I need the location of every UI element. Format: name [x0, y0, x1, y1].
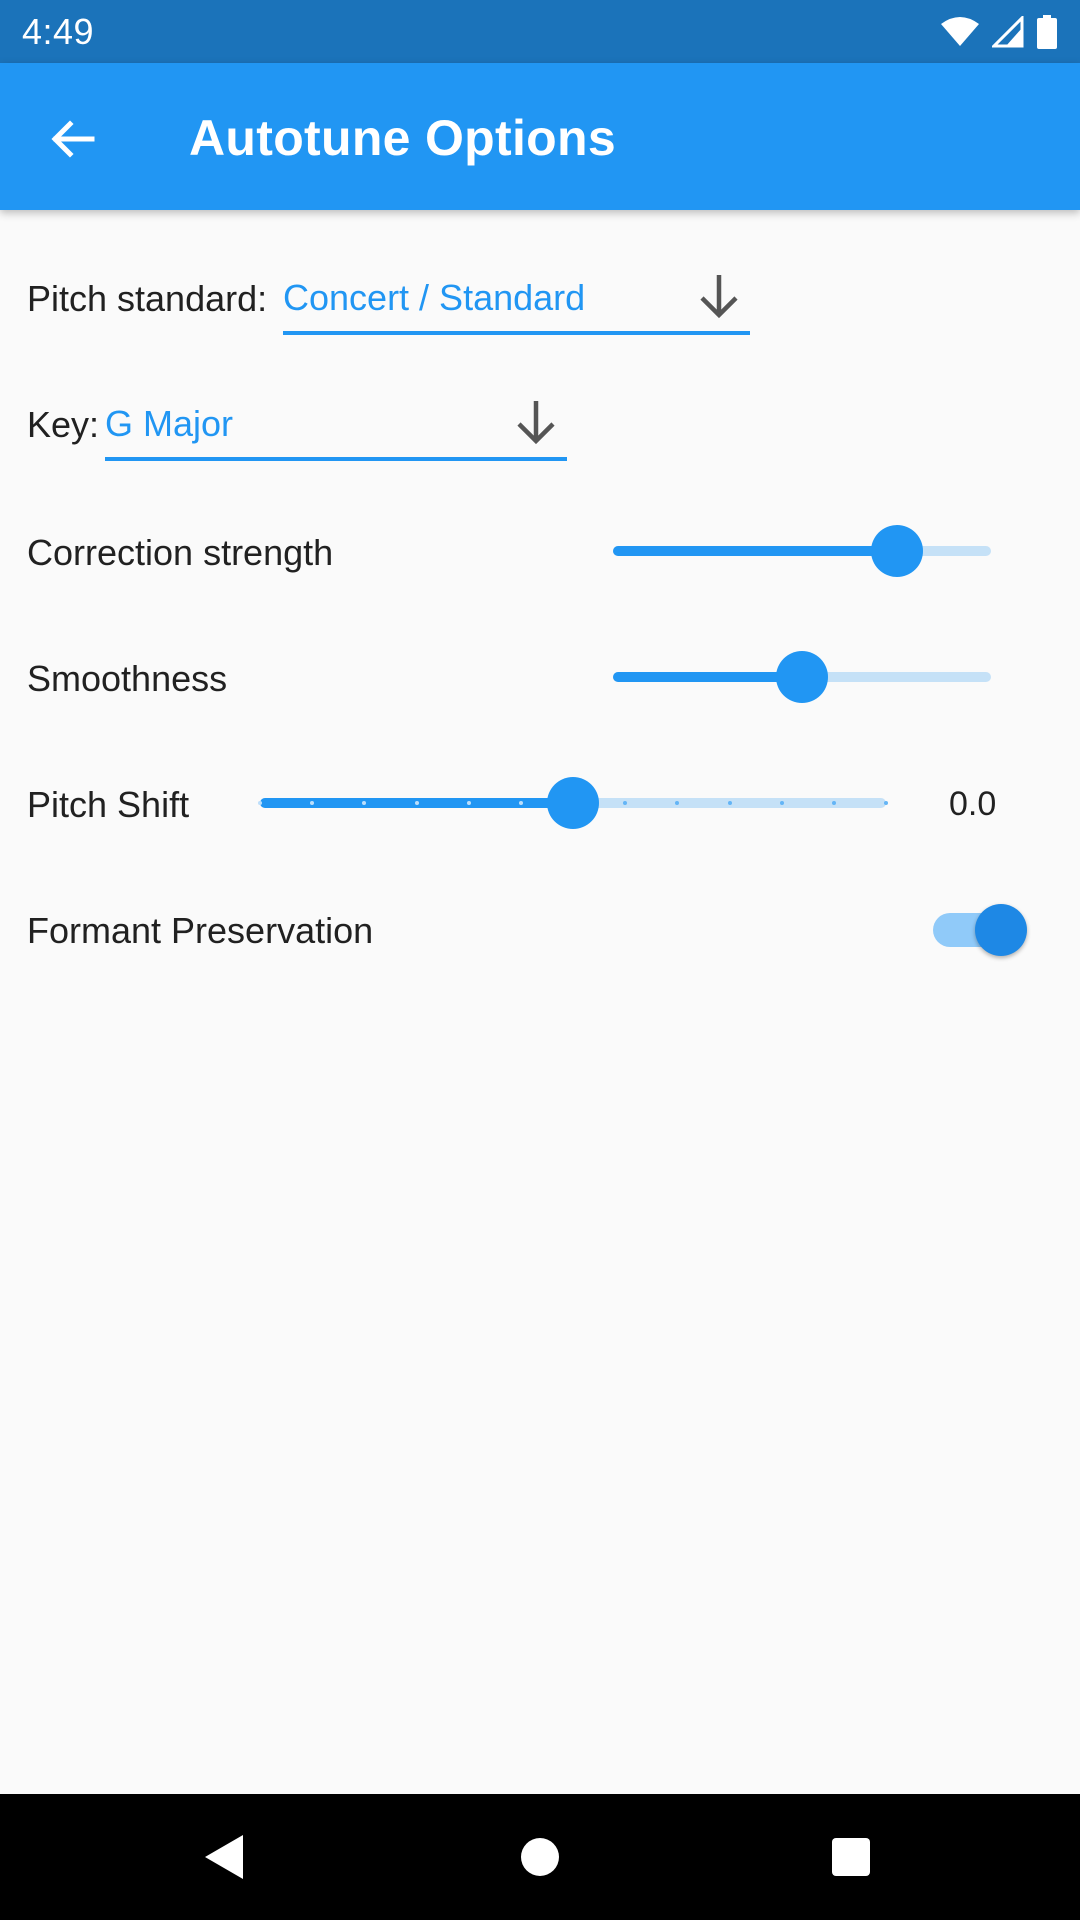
pitch-shift-slider[interactable]: [258, 773, 888, 833]
arrow-down-icon: [700, 275, 738, 319]
correction-strength-slider[interactable]: [613, 521, 991, 581]
smoothness-label: Smoothness: [27, 658, 228, 699]
slider-tick: [467, 801, 471, 805]
page-title: Autotune Options: [189, 110, 616, 166]
back-button[interactable]: [36, 103, 108, 175]
pitch-shift-label: Pitch Shift: [27, 784, 190, 825]
slider-tick: [310, 801, 314, 805]
pitch-shift-row: Pitch Shift 0.0: [0, 754, 1080, 854]
status-bar: 4:49: [0, 0, 1080, 63]
slider-tick: [623, 801, 627, 805]
smoothness-row: Smoothness: [0, 628, 1080, 728]
slider-tick: [675, 801, 679, 805]
slider-tick: [780, 801, 784, 805]
slider-fill: [613, 672, 802, 682]
home-circle-icon[interactable]: [510, 1827, 570, 1887]
arrow-down-icon: [517, 401, 555, 445]
key-row: Key: G Major: [0, 376, 1080, 476]
slider-tick: [258, 801, 262, 805]
wifi-icon: [941, 16, 979, 46]
slider-fill: [613, 546, 897, 556]
slider-tick: [728, 801, 732, 805]
key-label: Key:: [27, 404, 100, 445]
slider-tick: [519, 801, 523, 805]
slider-thumb[interactable]: [871, 525, 923, 577]
key-dropdown[interactable]: G Major: [105, 391, 567, 461]
app-bar: Autotune Options: [0, 63, 1080, 210]
pitch-standard-dropdown[interactable]: Concert / Standard: [283, 265, 750, 335]
key-value: G Major: [105, 403, 234, 444]
slider-tick: [832, 801, 836, 805]
formant-preservation-row: Formant Preservation: [0, 880, 1080, 980]
navigation-bar: [0, 1794, 1080, 1920]
correction-strength-row: Correction strength: [0, 502, 1080, 602]
slider-thumb[interactable]: [547, 777, 599, 829]
slider-tick: [884, 801, 888, 805]
arrow-back-icon: [51, 120, 95, 158]
battery-icon: [1037, 14, 1057, 49]
toggle-thumb: [975, 904, 1027, 956]
pitch-shift-value: 0.0: [949, 785, 997, 823]
status-time: 4:49: [22, 10, 95, 52]
slider-tick: [362, 801, 366, 805]
slider-thumb[interactable]: [776, 651, 828, 703]
pitch-standard-label: Pitch standard:: [27, 278, 268, 319]
recents-square-icon[interactable]: [821, 1827, 881, 1887]
formant-preservation-toggle[interactable]: [931, 900, 1031, 960]
correction-strength-label: Correction strength: [27, 532, 334, 573]
pitch-standard-row: Pitch standard: Concert / Standard: [0, 250, 1080, 350]
formant-preservation-label: Formant Preservation: [27, 910, 374, 951]
slider-tick: [415, 801, 419, 805]
pitch-standard-value: Concert / Standard: [283, 277, 586, 318]
back-triangle-icon[interactable]: [195, 1827, 255, 1887]
status-icons: [940, 14, 1058, 49]
smoothness-slider[interactable]: [613, 647, 991, 707]
signal-icon: [992, 15, 1024, 47]
